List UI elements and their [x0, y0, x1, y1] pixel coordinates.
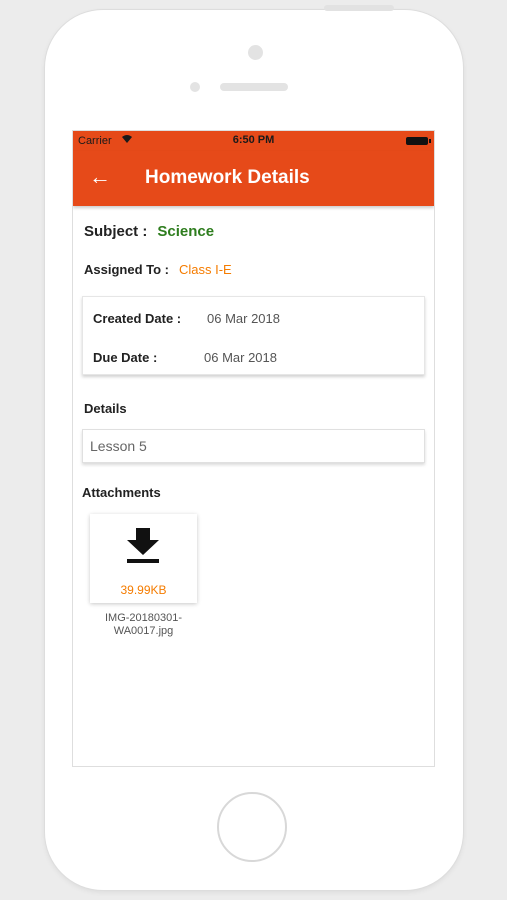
attachment-filename: IMG-20180301- WA0017.jpg: [104, 612, 183, 637]
assigned-value: Class I-E: [178, 262, 232, 277]
details-label: Details: [84, 401, 127, 416]
attachments-label: Attachments: [82, 485, 161, 500]
due-date-row: Due Date : 06 Mar 2018: [93, 350, 277, 365]
created-date-row: Created Date : 06 Mar 2018: [93, 311, 280, 326]
screen: Carrier 6:50 PM ← Homework Details Subje…: [72, 130, 435, 767]
due-date-label: Due Date :: [93, 350, 158, 365]
download-icon: [127, 528, 159, 563]
assigned-row: Assigned To : Class I-E: [84, 262, 232, 277]
status-time: 6:50 PM: [232, 134, 275, 146]
attachment-size: 39.99KB: [120, 583, 167, 597]
created-date-label: Created Date :: [93, 311, 182, 326]
battery-icon: [406, 137, 431, 145]
back-arrow-icon[interactable]: ←: [89, 164, 111, 190]
home-button[interactable]: [217, 792, 287, 862]
camera: [248, 45, 263, 60]
sensor: [190, 82, 200, 92]
created-date-value: 06 Mar 2018: [207, 311, 280, 326]
subject-value: Science: [157, 223, 215, 240]
subject-row: Subject : Science: [84, 223, 214, 240]
speaker: [220, 83, 288, 91]
attachment-card[interactable]: 39.99KB: [90, 514, 197, 603]
status-bar: Carrier 6:50 PM: [73, 131, 434, 151]
subject-label: Subject :: [84, 223, 148, 240]
page-title: Homework Details: [145, 167, 310, 188]
app-bar: ← Homework Details: [73, 151, 434, 206]
due-date-value: 06 Mar 2018: [204, 350, 277, 365]
dates-card: Created Date : 06 Mar 2018 Due Date : 06…: [82, 296, 425, 375]
power-button: [324, 5, 394, 11]
assigned-label: Assigned To :: [84, 262, 169, 277]
details-field[interactable]: Lesson 5: [82, 429, 425, 463]
